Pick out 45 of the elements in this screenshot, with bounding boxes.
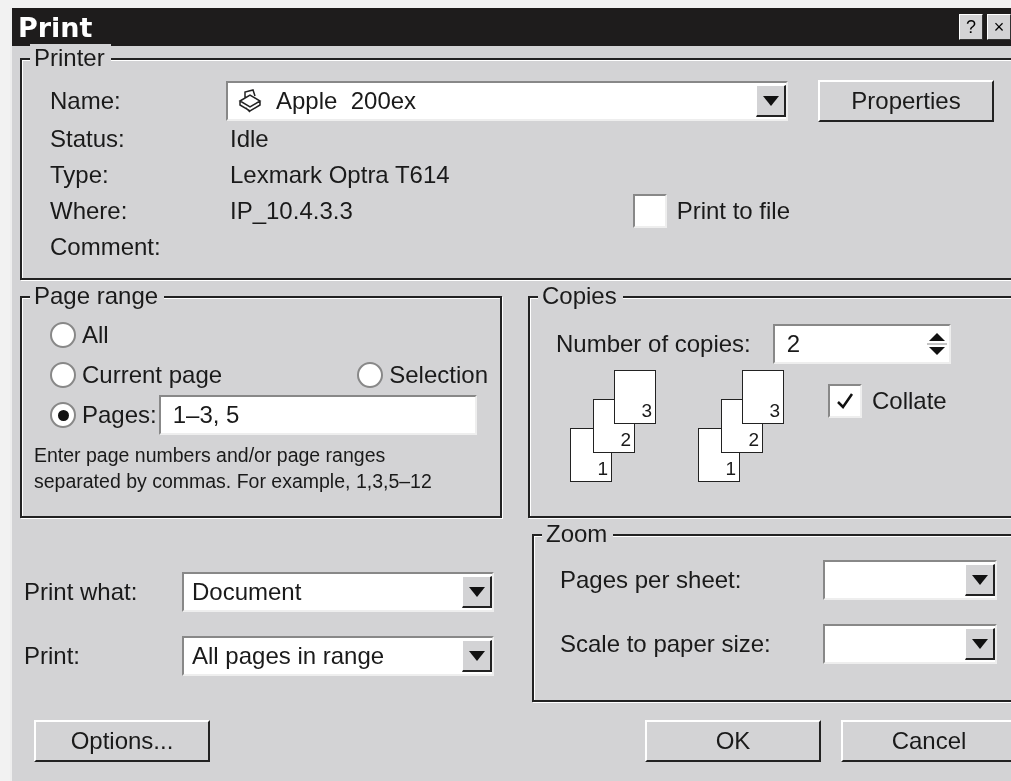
spinner-arrows-icon[interactable] xyxy=(926,330,947,358)
field-label: Name: xyxy=(50,87,122,115)
field-label: Scale to paper size: xyxy=(560,630,771,658)
radio-button[interactable] xyxy=(50,362,76,388)
radio-button[interactable] xyxy=(50,322,76,348)
field-label: Where: xyxy=(50,196,129,226)
check-icon xyxy=(835,391,855,411)
checkbox-label: Print to file xyxy=(676,197,791,225)
ok-button[interactable]: OK xyxy=(645,720,821,762)
radio-label: Selection xyxy=(389,361,488,389)
field-label: Pages per sheet: xyxy=(560,566,742,594)
printer-dropdown[interactable]: Apple 200ex xyxy=(226,81,788,121)
hint-text: Enter page numbers and/or page ranges separated by commas. For example, 1,3,5–12 xyxy=(34,443,433,494)
dropdown[interactable] xyxy=(823,560,997,600)
field-label: Status: xyxy=(50,124,126,154)
field-label: Print: xyxy=(24,642,81,670)
field-value: IP_10.4.3.3 xyxy=(230,196,354,226)
printer-icon xyxy=(236,89,264,113)
radio-label: All xyxy=(82,321,109,349)
dropdown[interactable] xyxy=(823,624,997,664)
help-button[interactable]: ? xyxy=(959,14,983,40)
collate-checkbox[interactable] xyxy=(828,384,862,418)
print-to-file-checkbox[interactable] xyxy=(632,194,667,228)
field-label: Print what: xyxy=(24,578,139,606)
page-sheet: 3 xyxy=(742,370,784,424)
pages-field[interactable]: 1–3, 5 xyxy=(158,395,477,435)
window-title: Print xyxy=(18,11,93,43)
options-button[interactable]: Options... xyxy=(34,720,210,762)
field-value: Lexmark Optra T614 xyxy=(230,160,450,190)
cancel-button[interactable]: Cancel xyxy=(841,720,1011,762)
page-sheet: 3 xyxy=(614,370,656,424)
dropdown[interactable]: Document xyxy=(182,572,494,612)
field-label: Number of copies: xyxy=(556,330,751,358)
radio-button[interactable] xyxy=(50,402,76,428)
checkbox-label: Collate xyxy=(872,387,947,415)
properties-button[interactable]: Properties xyxy=(818,80,994,122)
field-label: Comment: xyxy=(50,232,162,262)
close-button[interactable]: × xyxy=(987,14,1011,40)
dropdown[interactable]: All pages in range xyxy=(182,636,494,676)
field-label: Type: xyxy=(50,160,110,190)
radio-label: Current page xyxy=(82,361,223,389)
radio-button[interactable] xyxy=(357,362,384,388)
radio-label: Pages: xyxy=(82,401,157,429)
copies-spinner[interactable]: 2 xyxy=(772,324,951,364)
field-value: Idle xyxy=(230,124,270,154)
